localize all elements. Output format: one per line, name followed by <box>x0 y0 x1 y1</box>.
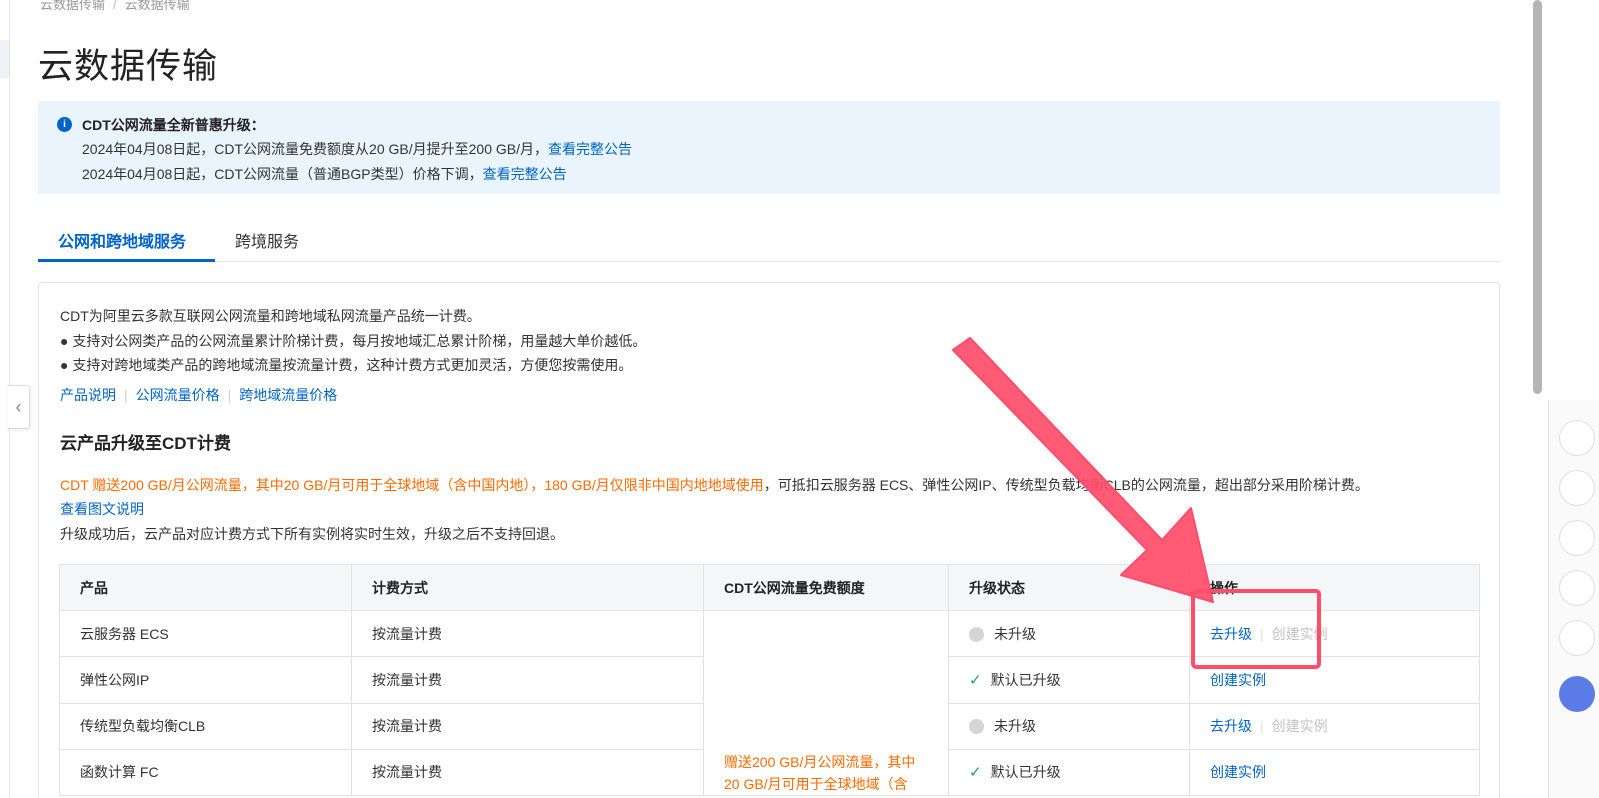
status-text: 默认已升级 <box>990 764 1061 781</box>
gray-dot-icon <box>969 626 984 642</box>
status-text: 默认已升级 <box>990 671 1061 688</box>
notice-line-1-text: 2024年04月08日起，CDT公网流量免费额度从20 GB/月提升至200 G… <box>82 141 549 157</box>
breadcrumb: 云数据传输 / 云数据传输 <box>40 0 190 13</box>
create-instance-button-disabled[interactable]: 创建实例 <box>1272 626 1328 642</box>
upgrade-button[interactable]: 去升级 <box>1210 626 1252 642</box>
cell-product: 弹性公网IP <box>59 656 352 704</box>
side-tool-button[interactable] <box>1559 620 1595 656</box>
table-header-row: 产品 计费方式 CDT公网流量免费额度 升级状态 操作 <box>59 564 1480 611</box>
status-text: 未升级 <box>994 718 1036 735</box>
cell-action: 创建实例 <box>1189 748 1480 797</box>
info-icon: i <box>57 117 72 132</box>
promo-text: CDT 赠送200 GB/月公网流量，其中20 GB/月可用于全球地域（含中国内… <box>60 475 1369 495</box>
tab-public-and-cross-region[interactable]: 公网和跨地域服务 <box>58 228 186 252</box>
cell-quota: 赠送200 GB/月公网流量，其中 20 GB/月可用于全球地域（含 <box>703 610 949 796</box>
section-title: 云产品升级至CDT计费 <box>60 434 231 453</box>
right-floating-panel <box>1548 400 1599 798</box>
cell-status: 未升级 <box>948 702 1190 750</box>
side-tool-button[interactable] <box>1559 520 1595 556</box>
header-status: 升级状态 <box>948 564 1190 611</box>
promo-rest: ，可抵扣云服务器 ECS、弹性公网IP、传统型负载均衡CLB的公网流量，超出部分… <box>763 477 1369 493</box>
side-tool-button[interactable] <box>1559 570 1595 606</box>
cell-status: ✓ 默认已升级 <box>948 748 1190 797</box>
create-instance-button[interactable]: 创建实例 <box>1210 672 1266 688</box>
service-tabs: 公网和跨地域服务 跨境服务 <box>38 216 1500 262</box>
cell-status: ✓ 默认已升级 <box>948 656 1190 704</box>
chevron-left-icon: ‹ <box>15 397 22 417</box>
create-instance-button[interactable]: 创建实例 <box>1210 764 1266 780</box>
upgrade-table: 产品 计费方式 CDT公网流量免费额度 升级状态 操作 云服务器 ECS 按流量… <box>59 564 1480 797</box>
quota-text-line-1: 赠送200 GB/月公网流量，其中 <box>724 754 916 770</box>
tab-cross-border[interactable]: 跨境服务 <box>235 228 299 252</box>
header-product: 产品 <box>59 564 352 611</box>
quota-text-line-2: 20 GB/月可用于全球地域（含 <box>724 776 908 792</box>
cell-billing: 按流量计费 <box>351 656 704 704</box>
upgrade-button[interactable]: 去升级 <box>1210 718 1252 734</box>
breadcrumb-item[interactable]: 云数据传输 <box>40 0 105 12</box>
left-nav-active-marker <box>0 40 9 78</box>
cell-status: 未升级 <box>948 609 1190 658</box>
notice-line-2-text: 2024年04月08日起，CDT公网流量（普通BGP类型）价格下调， <box>82 166 483 182</box>
intro-line-3: ● 支持对跨地域类产品的跨地域流量按流量计费，这种计费方式更加灵活，方便您按需使… <box>60 357 633 373</box>
side-tool-button[interactable] <box>1559 420 1595 456</box>
header-billing: 计费方式 <box>351 564 704 611</box>
cell-action: 去升级 | 创建实例 <box>1189 609 1480 658</box>
table-row: 云服务器 ECS 按流量计费 赠送200 GB/月公网流量，其中 20 GB/月… <box>59 609 1480 796</box>
public-traffic-price-link[interactable]: 公网流量价格 <box>136 387 220 403</box>
notice-line-1: 2024年04月08日起，CDT公网流量免费额度从20 GB/月提升至200 G… <box>82 139 632 159</box>
intro-links: 产品说明 | 公网流量价格 | 跨地域流量价格 <box>60 387 338 403</box>
cell-action: 创建实例 <box>1189 656 1480 704</box>
cell-product: 函数计算 FC <box>59 748 352 797</box>
cell-action: 去升级 | 创建实例 <box>1189 702 1480 750</box>
cell-billing: 按流量计费 <box>351 702 704 750</box>
scrollbar-thumb[interactable] <box>1533 0 1542 394</box>
notice-line-2: 2024年04月08日起，CDT公网流量（普通BGP类型）价格下调，查看完整公告 <box>82 164 567 184</box>
cell-product: 云服务器 ECS <box>59 609 352 658</box>
header-action: 操作 <box>1189 564 1480 611</box>
gray-dot-icon <box>969 719 984 735</box>
page-title: 云数据传输 <box>38 47 219 86</box>
assistant-icon[interactable] <box>1559 676 1595 712</box>
side-tool-button[interactable] <box>1559 470 1595 506</box>
intro-line-1: CDT为阿里云多款互联网公网流量和跨地域私网流量产品统一计费。 <box>60 308 481 324</box>
cell-billing: 按流量计费 <box>351 609 704 658</box>
active-tab-indicator <box>38 259 215 262</box>
promo-highlight: CDT 赠送200 GB/月公网流量，其中20 GB/月可用于全球地域（含中国内… <box>60 477 764 493</box>
breadcrumb-item-current: 云数据传输 <box>124 0 190 12</box>
status-text: 未升级 <box>994 625 1036 642</box>
notice-link-1[interactable]: 查看完整公告 <box>548 141 632 157</box>
product-description-link[interactable]: 产品说明 <box>60 387 116 403</box>
header-quota: CDT公网流量免费额度 <box>703 564 949 611</box>
upgrade-note: 升级成功后，云产品对应计费方式下所有实例将实时生效，升级之后不支持回退。 <box>60 526 564 542</box>
create-instance-button-disabled[interactable]: 创建实例 <box>1272 718 1328 734</box>
content-card: CDT为阿里云多款互联网公网流量和跨地域私网流量产品统一计费。 ● 支持对公网类… <box>38 282 1500 798</box>
notice-title: CDT公网流量全新普惠升级： <box>82 117 265 133</box>
check-icon: ✓ <box>969 671 982 689</box>
cross-region-price-link[interactable]: 跨地域流量价格 <box>239 387 337 403</box>
notice-banner: i CDT公网流量全新普惠升级： 2024年04月08日起，CDT公网流量免费额… <box>38 101 1500 194</box>
cell-billing: 按流量计费 <box>351 748 704 797</box>
view-illustrated-guide-link[interactable]: 查看图文说明 <box>60 499 144 519</box>
notice-link-2[interactable]: 查看完整公告 <box>483 166 567 182</box>
cell-product: 传统型负载均衡CLB <box>59 702 352 750</box>
collapse-sidebar-button[interactable]: ‹ <box>8 385 30 429</box>
intro-line-2: ● 支持对公网类产品的公网流量累计阶梯计费，每月按地域汇总累计阶梯，用量越大单价… <box>60 333 647 349</box>
check-icon: ✓ <box>969 764 982 782</box>
